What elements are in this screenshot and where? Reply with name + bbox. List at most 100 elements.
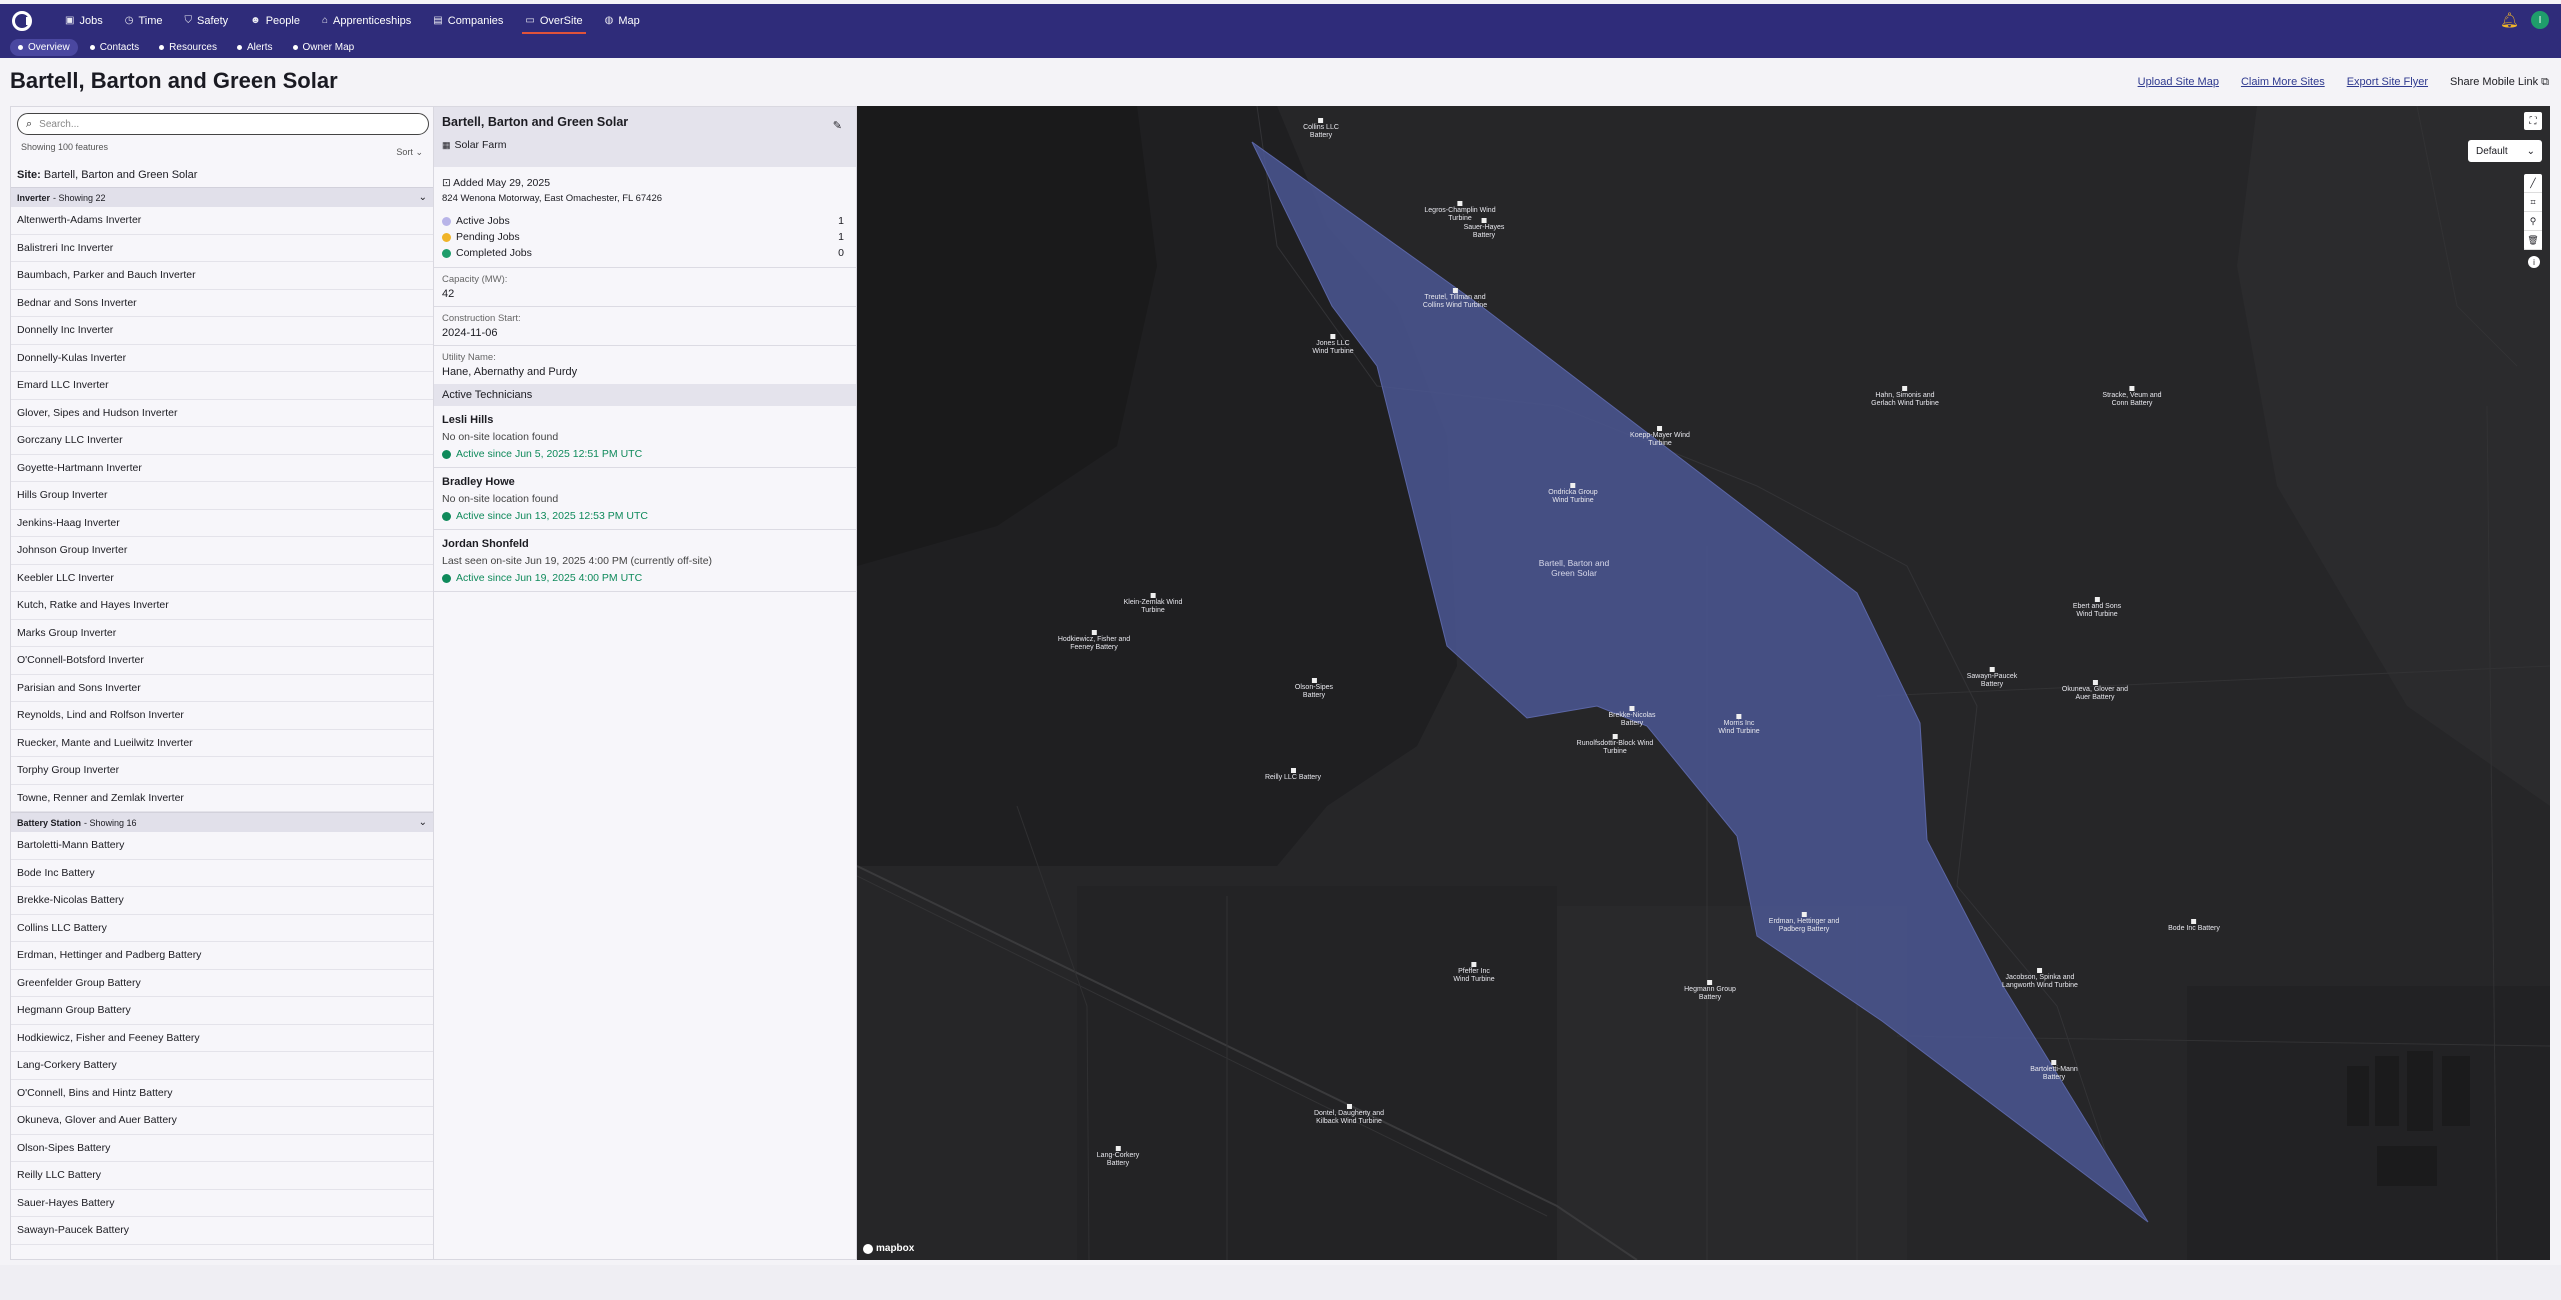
list-item[interactable]: Towne, Renner and Zemlak Inverter <box>11 784 433 812</box>
list-item[interactable]: Torphy Group Inverter <box>11 757 433 785</box>
list-item[interactable]: Johnson Group Inverter <box>11 537 433 565</box>
list-item[interactable]: Keebler LLC Inverter <box>11 564 433 592</box>
list-item[interactable]: Goyette-Hartmann Inverter <box>11 454 433 482</box>
map-feature-marker[interactable]: Bode Inc Battery <box>2168 919 2220 933</box>
list-item[interactable]: Donnelly Inc Inverter <box>11 317 433 345</box>
mapbox-attribution[interactable]: mapbox <box>863 1243 914 1254</box>
list-item[interactable]: O'Connell, Bins and Hintz Battery <box>11 1079 433 1107</box>
list-item[interactable]: Reynolds, Lind and Rolfson Inverter <box>11 702 433 730</box>
list-item[interactable]: Lang-Corkery Battery <box>11 1052 433 1080</box>
map-feature-marker[interactable]: Ebert and Sons Wind Turbine <box>2073 597 2121 619</box>
map-feature-marker[interactable]: Jacobson, Spinka and Langworth Wind Turbi… <box>2002 968 2078 990</box>
map-feature-marker[interactable]: Hegmann Group Battery <box>1684 980 1736 1002</box>
technician-card[interactable]: Jordan Shonfeld Last seen on-site Jun 19… <box>434 530 856 592</box>
map-feature-marker[interactable]: Bartoletti-Mann Battery <box>2030 1060 2077 1082</box>
list-item[interactable]: Greenfelder Group Battery <box>11 969 433 997</box>
draw-point-icon[interactable]: ⚲ <box>2524 212 2542 231</box>
export-site-flyer-link[interactable]: Export Site Flyer <box>2347 76 2428 89</box>
group-header[interactable]: Inverter - Showing 22 ⌄ <box>11 187 433 207</box>
list-item[interactable]: Hills Group Inverter <box>11 482 433 510</box>
list-item[interactable]: Sawayn-Paucek Battery <box>11 1217 433 1245</box>
nav-item-time[interactable]: ◷ Time <box>114 4 174 37</box>
info-icon[interactable]: i <box>2528 256 2540 268</box>
map-feature-marker[interactable]: Pfeffer Inc Wind Turbine <box>1453 962 1494 984</box>
bell-icon[interactable]: 🔔︎ <box>2500 11 2519 29</box>
map-feature-marker[interactable]: Jones LLC Wind Turbine <box>1312 334 1353 356</box>
list-item[interactable]: Reilly LLC Battery <box>11 1162 433 1190</box>
nav-item-apprenticeships[interactable]: ⌂ Apprenticeships <box>311 4 422 37</box>
nav-item-oversite[interactable]: ▭ OverSite <box>514 4 593 37</box>
map-feature-marker[interactable]: Okuneva, Glover and Auer Battery <box>2062 680 2128 702</box>
map-style-select[interactable]: Default ⌄ <box>2468 140 2542 162</box>
group-header[interactable]: Battery Station - Showing 16 ⌄ <box>11 812 433 832</box>
subnav-owner-map[interactable]: Owner Map <box>285 39 363 56</box>
list-item[interactable]: Hegmann Group Battery <box>11 997 433 1025</box>
list-item[interactable]: Hodkiewicz, Fisher and Feeney Battery <box>11 1024 433 1052</box>
subnav-alerts[interactable]: Alerts <box>229 39 281 56</box>
map-feature-marker[interactable]: Sawayn-Paucek Battery <box>1967 667 2018 689</box>
nav-item-companies[interactable]: ▤ Companies <box>422 4 514 37</box>
list-item[interactable]: O'Connell-Botsford Inverter <box>11 647 433 675</box>
map-feature-marker[interactable]: Reilly LLC Battery <box>1265 768 1321 782</box>
list-item[interactable]: Olson-Sipes Battery <box>11 1134 433 1162</box>
technician-card[interactable]: Lesli Hills No on-site location found Ac… <box>434 406 856 468</box>
map-feature-marker[interactable]: Dontel, Daugherty and Kilback Wind Turbin… <box>1314 1104 1384 1126</box>
map-feature-marker[interactable]: Erdman, Hettinger and Padberg Battery <box>1769 912 1839 934</box>
list-item[interactable]: Ruecker, Mante and Lueilwitz Inverter <box>11 729 433 757</box>
map-feature-marker[interactable]: Hahn, Simonis and Gerlach Wind Turbine <box>1871 386 1939 408</box>
claim-more-sites-link[interactable]: Claim More Sites <box>2241 76 2325 89</box>
list-item[interactable]: Donnelly-Kulas Inverter <box>11 344 433 372</box>
list-item[interactable]: Sauer-Hayes Battery <box>11 1189 433 1217</box>
map-feature-marker[interactable]: Brekke-Nicolas Battery <box>1608 706 1655 728</box>
app-logo[interactable] <box>12 10 32 31</box>
map-feature-marker[interactable]: Sauer-Hayes Battery <box>1464 218 1505 240</box>
list-item[interactable]: Glover, Sipes and Hudson Inverter <box>11 399 433 427</box>
subnav-contacts[interactable]: Contacts <box>82 39 147 56</box>
list-item[interactable]: Jenkins-Haag Inverter <box>11 509 433 537</box>
list-item[interactable]: Parisian and Sons Inverter <box>11 674 433 702</box>
technician-card[interactable]: Bradley Howe No on-site location found A… <box>434 468 856 530</box>
upload-site-map-link[interactable]: Upload Site Map <box>2138 76 2219 89</box>
site-map[interactable]: Collins LLC Battery Legros-Champlin Wind Tu… <box>857 106 2550 1260</box>
map-feature-marker[interactable]: Hodkiewicz, Fisher and Feeney Battery <box>1058 630 1130 652</box>
list-item[interactable]: Okuneva, Glover and Auer Battery <box>11 1107 433 1135</box>
share-mobile-link[interactable]: Share Mobile Link ⧉ <box>2450 76 2549 89</box>
draw-line-icon[interactable]: ╱ <box>2524 174 2542 193</box>
list-item[interactable]: Altenwerth-Adams Inverter <box>11 207 433 235</box>
map-feature-marker[interactable]: Treutel, Tillman and Collins Wind Turbine <box>1423 288 1487 310</box>
edit-icon[interactable]: ✎ <box>833 119 842 132</box>
fullscreen-icon[interactable]: ⛶ <box>2524 112 2542 130</box>
list-item[interactable]: Bednar and Sons Inverter <box>11 289 433 317</box>
list-item[interactable]: Balistreri Inc Inverter <box>11 234 433 262</box>
map-feature-marker[interactable]: Olson-Sipes Battery <box>1295 678 1333 700</box>
nav-item-safety[interactable]: ⛉ Safety <box>173 4 239 37</box>
nav-item-people[interactable]: ☻ People <box>239 4 311 37</box>
list-item[interactable]: Gorczany LLC Inverter <box>11 427 433 455</box>
nav-item-jobs[interactable]: ▣ Jobs <box>54 4 114 37</box>
subnav-resources[interactable]: Resources <box>151 39 225 56</box>
list-item[interactable]: Erdman, Hettinger and Padberg Battery <box>11 942 433 970</box>
map-feature-marker[interactable]: Klein-Zemlak Wind Turbine <box>1124 593 1183 615</box>
nav-item-map[interactable]: ◍ Map <box>594 4 651 37</box>
list-item[interactable]: Bartoletti-Mann Battery <box>11 832 433 860</box>
list-item[interactable]: Bode Inc Battery <box>11 859 433 887</box>
list-item[interactable]: Emard LLC Inverter <box>11 372 433 400</box>
subnav-overview[interactable]: Overview <box>10 39 78 56</box>
map-feature-marker[interactable]: Runolfsdottir-Block Wind Turbine <box>1577 734 1654 756</box>
map-feature-marker[interactable]: Koepp-Mayer Wind Turbine <box>1630 426 1690 448</box>
list-item[interactable]: Kutch, Ratke and Hayes Inverter <box>11 592 433 620</box>
list-item[interactable]: Marks Group Inverter <box>11 619 433 647</box>
search-input[interactable]: ⌕ Search... <box>17 113 429 135</box>
map-feature-marker[interactable]: Morris Inc Wind Turbine <box>1718 714 1759 736</box>
sort-button[interactable]: Sort ⌄ <box>396 147 423 158</box>
map-feature-marker[interactable]: Lang-Corkery Battery <box>1097 1146 1139 1168</box>
map-feature-marker[interactable]: Ondricka Group Wind Turbine <box>1548 483 1597 505</box>
map-feature-marker[interactable]: Stracke, Veum and Conn Battery <box>2102 386 2161 408</box>
list-item[interactable]: Collins LLC Battery <box>11 914 433 942</box>
map-feature-marker[interactable]: Collins LLC Battery <box>1303 118 1339 140</box>
list-item[interactable]: Brekke-Nicolas Battery <box>11 887 433 915</box>
list-item[interactable]: Baumbach, Parker and Bauch Inverter <box>11 262 433 290</box>
draw-polygon-icon[interactable]: ⌗ <box>2524 193 2542 212</box>
trash-icon[interactable]: 🗑︎ <box>2524 231 2542 250</box>
avatar[interactable]: I <box>2531 11 2549 29</box>
